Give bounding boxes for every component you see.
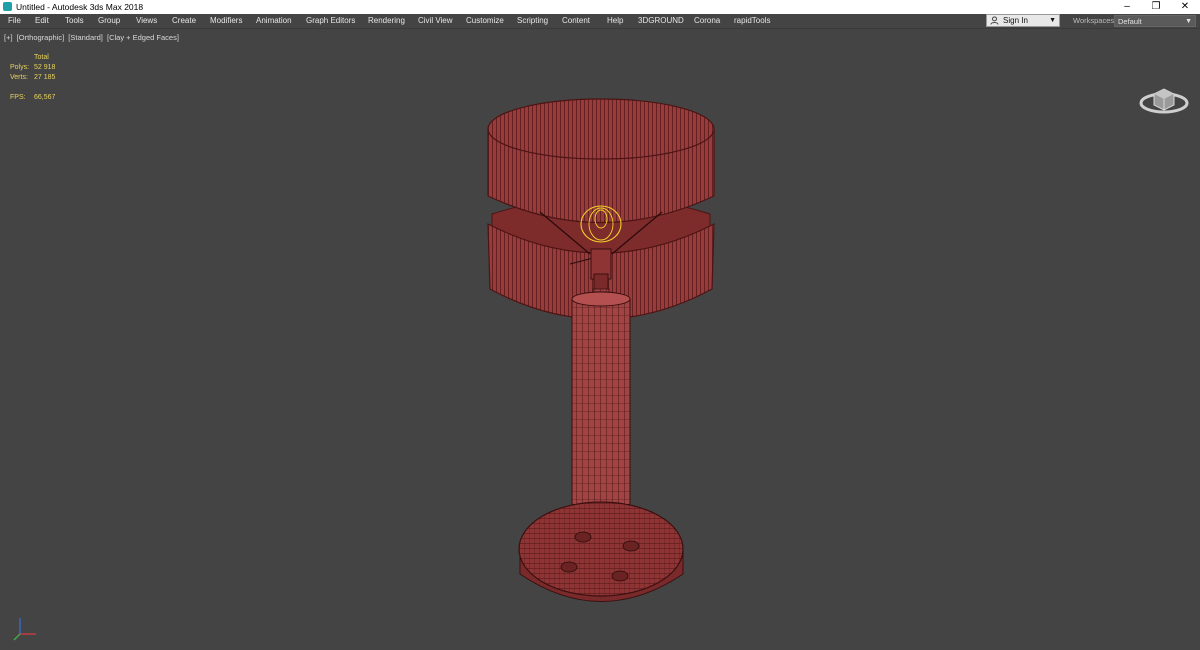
menu-3dground[interactable]: 3DGROUND	[638, 14, 684, 28]
stats-polys-label: Polys:	[10, 64, 30, 71]
stats-verts-label: Verts:	[10, 74, 28, 81]
axis-tripod-icon	[13, 618, 36, 641]
menu-edit[interactable]: Edit	[35, 14, 49, 28]
viewport-menu-display-mode[interactable]: [Clay + Edged Faces]	[107, 33, 179, 42]
viewport[interactable]: [+] [Orthographic] [Standard] [Clay + Ed…	[0, 29, 1200, 650]
viewport-menu-view[interactable]: [Orthographic]	[17, 33, 65, 42]
menu-rapidtools[interactable]: rapidTools	[734, 14, 770, 28]
workspaces-label: Workspaces:	[1073, 16, 1117, 25]
minimize-icon[interactable]: –	[1112, 0, 1142, 14]
user-icon	[990, 16, 999, 25]
workspaces-select[interactable]: Default ▼	[1114, 15, 1196, 27]
menu-animation[interactable]: Animation	[256, 14, 292, 28]
chevron-down-icon: ▼	[1049, 17, 1056, 24]
statistics-overlay: Total Polys: 52 918 Verts: 27 185 FPS: 6…	[0, 53, 80, 103]
menu-civil-view[interactable]: Civil View	[418, 14, 453, 28]
menu-views[interactable]: Views	[136, 14, 157, 28]
menu-tools[interactable]: Tools	[65, 14, 84, 28]
menu-help[interactable]: Help	[607, 14, 623, 28]
stats-fps-value: 66,567	[34, 94, 56, 101]
sign-in-label: Sign In	[1003, 16, 1028, 25]
menu-group[interactable]: Group	[98, 14, 120, 28]
sign-in-button[interactable]: Sign In ▼	[986, 14, 1060, 27]
menu-content[interactable]: Content	[562, 14, 590, 28]
viewport-menu-shading-preset[interactable]: [Standard]	[68, 33, 103, 42]
viewcube-icon[interactable]	[1136, 81, 1192, 119]
viewport-label[interactable]: [+] [Orthographic] [Standard] [Clay + Ed…	[4, 33, 181, 42]
menu-corona[interactable]: Corona	[694, 14, 720, 28]
stats-verts-value: 27 185	[34, 74, 56, 81]
maximize-icon[interactable]: ❐	[1141, 0, 1171, 14]
stats-fps-label: FPS:	[10, 94, 26, 101]
menu-scripting[interactable]: Scripting	[517, 14, 548, 28]
close-icon[interactable]: ✕	[1170, 0, 1200, 14]
lamp-model[interactable]	[480, 84, 730, 614]
menu-graph-editors[interactable]: Graph Editors	[306, 14, 355, 28]
menu-create[interactable]: Create	[172, 14, 196, 28]
stats-polys-value: 52 918	[34, 64, 56, 71]
menu-file[interactable]: File	[8, 14, 21, 28]
menu-rendering[interactable]: Rendering	[368, 14, 405, 28]
stats-total-header: Total	[34, 54, 49, 61]
menu-modifiers[interactable]: Modifiers	[210, 14, 242, 28]
window-title: Untitled - Autodesk 3ds Max 2018	[16, 2, 144, 12]
menu-bar: File Edit Tools Group Views Create Modif…	[0, 14, 1200, 29]
chevron-down-icon: ▼	[1185, 18, 1192, 25]
workspaces-value: Default	[1118, 17, 1142, 26]
viewport-menu-plus[interactable]: [+]	[4, 33, 13, 42]
title-bar: Untitled - Autodesk 3ds Max 2018 – ❐ ✕	[0, 0, 1200, 14]
app-icon	[3, 2, 12, 11]
menu-customize[interactable]: Customize	[466, 14, 504, 28]
